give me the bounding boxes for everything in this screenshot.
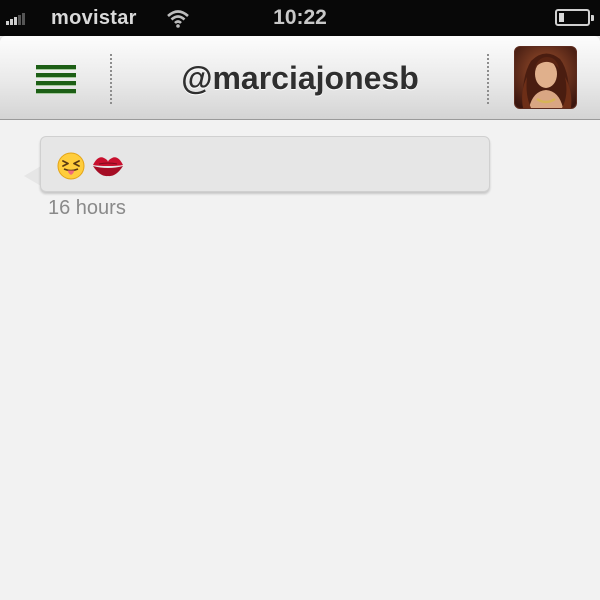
menu-button[interactable] <box>28 56 82 100</box>
profile-photo-icon <box>515 47 576 108</box>
avatar[interactable] <box>514 46 577 109</box>
nav-divider-left <box>110 54 112 104</box>
kiss-lips-emoji <box>93 157 123 177</box>
conversation-area: 16 hours <box>0 120 600 600</box>
nav-bar: @marciajonesb <box>0 36 600 120</box>
bubble-tail <box>24 166 41 186</box>
status-bar: movistar 10:22 <box>0 0 600 36</box>
battery-level-fill <box>559 13 564 22</box>
page-title: @marciajonesb <box>181 60 419 96</box>
laughing-face-tongue-emoji <box>57 152 85 180</box>
nav-divider-right <box>487 54 489 104</box>
battery-icon <box>555 9 594 26</box>
message-timestamp: 16 hours <box>48 197 126 219</box>
status-time: 10:22 <box>273 6 327 29</box>
list-icon <box>36 65 76 94</box>
message-bubble[interactable] <box>40 136 490 192</box>
